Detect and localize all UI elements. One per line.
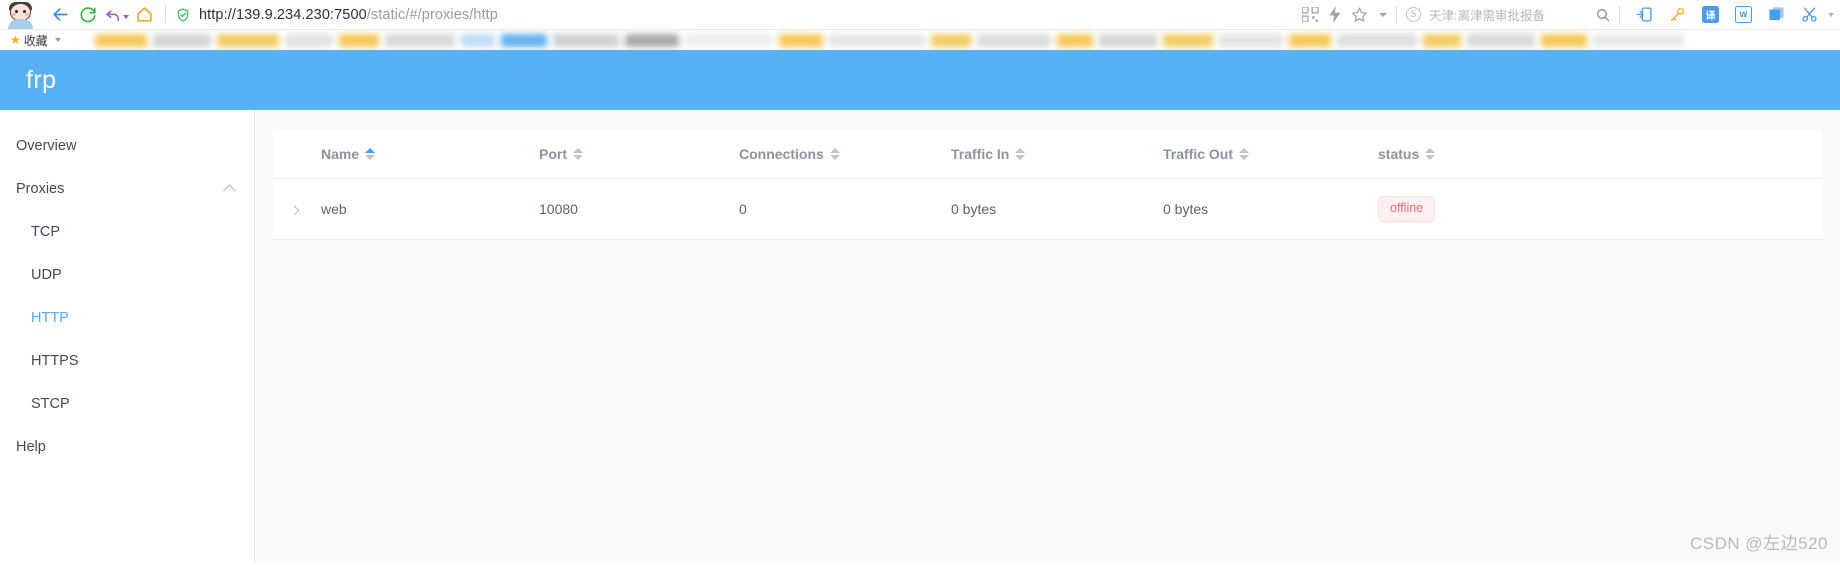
proxies-table-card: Name Port Connections Traffic In Traffic… [273,130,1822,240]
back-arrow-icon[interactable] [46,2,74,28]
sidebar-item-http[interactable]: HTTP [0,296,254,339]
sidebar-item-label: UDP [31,266,62,283]
table-header-traffic-out[interactable]: Traffic Out [1163,130,1378,179]
bookmarks-bar: ★ 收藏 [0,29,1840,50]
qr-code-icon[interactable] [1302,2,1319,28]
star-outline-icon[interactable] [1351,2,1368,28]
row-expand-cell[interactable] [273,178,321,240]
table-header-expand [273,130,321,179]
column-label: Connections [739,146,824,162]
sidebar-item-label: TCP [31,223,60,240]
cell-connections: 0 [739,178,951,240]
sidebar: Overview Proxies TCP UDP HTTP HTTPS STCP… [0,110,255,562]
sidebar-item-stcp[interactable]: STCP [0,382,254,425]
address-bar[interactable]: http://139.9.234.230:7500/static/#/proxi… [199,7,498,23]
sidebar-item-label: Overview [16,137,77,154]
column-label: status [1378,146,1420,162]
column-label: Traffic Out [1163,146,1234,162]
sort-arrows-icon[interactable] [365,148,376,160]
app-body: Overview Proxies TCP UDP HTTP HTTPS STCP… [0,110,1840,562]
column-label: Port [539,146,567,162]
word-doc-icon[interactable]: w [1735,6,1752,23]
cell-traffic-in: 0 bytes [951,178,1163,240]
star-dropdown-caret-icon[interactable] [1379,2,1388,28]
sidebar-item-label: Proxies [16,180,65,197]
sort-arrows-icon[interactable] [1015,148,1026,160]
column-label: Name [321,146,360,162]
scissors-icon[interactable] [1801,6,1818,23]
sort-arrows-icon[interactable] [1425,148,1436,160]
sort-arrows-icon[interactable] [829,148,840,160]
search-engine-badge[interactable]: S [1406,2,1422,28]
home-icon[interactable] [130,2,158,28]
url-path: /static/#/proxies/http [366,6,498,23]
table-header-row: Name Port Connections Traffic In Traffic… [273,130,1822,179]
search-input[interactable]: 天津:离津需审批报备 [1429,5,1545,24]
bookmarks-label[interactable]: 收藏 [24,32,48,49]
avatar-body [8,18,33,29]
security-shield-icon[interactable] [175,7,191,23]
avatar-cheek-right [25,12,29,16]
avatar-face [10,2,31,21]
sidebar-item-label: Help [16,438,46,455]
table-header-status[interactable]: status [1378,130,1822,179]
browser-toolbar: http://139.9.234.230:7500/static/#/proxi… [0,0,1840,29]
sidebar-item-label: HTTPS [31,352,79,369]
sort-arrows-icon[interactable] [573,148,583,160]
avatar[interactable] [6,1,36,29]
sidebar-item-https[interactable]: HTTPS [0,339,254,382]
chevron-down-icon[interactable] [54,38,61,42]
sidebar-item-label: HTTP [31,309,69,326]
avatar-eye-right [23,9,26,13]
lightning-bolt-icon[interactable] [1328,2,1342,28]
avatar-cheek-left [11,12,16,16]
sort-arrows-icon[interactable] [1239,148,1250,160]
chevron-up-icon[interactable] [223,183,236,197]
window-copy-icon[interactable] [1768,6,1785,23]
watermark: CSDN @左边520 [1689,534,1828,553]
phone-transfer-icon[interactable] [1636,6,1653,23]
extensions-overflow-caret-icon[interactable] [1828,12,1834,17]
sidebar-item-overview[interactable]: Overview [0,124,254,167]
cell-port: 10080 [539,178,739,240]
undo-dropdown-caret-icon[interactable] [122,15,129,19]
undo-arrow-icon[interactable] [102,2,130,28]
key-icon[interactable] [1669,6,1686,23]
toolbar-divider-3 [1619,6,1620,23]
table-header-connections[interactable]: Connections [739,130,951,179]
table-header: Name Port Connections Traffic In Traffic… [273,130,1822,179]
toolbar-divider-2 [1396,6,1398,23]
sidebar-item-udp[interactable]: UDP [0,253,254,296]
sidebar-item-proxies[interactable]: Proxies [0,167,254,210]
table-header-port[interactable]: Port [539,130,739,179]
toolbar-divider [165,6,166,23]
favorites-star-icon: ★ [10,33,21,47]
main-content: Name Port Connections Traffic In Traffic… [255,110,1840,562]
reload-icon[interactable] [74,2,102,28]
cell-traffic-out: 0 bytes [1163,178,1378,240]
app-header: frp [0,50,1840,110]
bookmark-items-redacted [95,30,1840,50]
sidebar-item-help[interactable]: Help [0,425,254,468]
table-body: web 10080 0 0 bytes 0 bytes offline [273,178,1822,240]
table-header-name[interactable]: Name [321,130,539,179]
sidebar-item-label: STCP [31,395,70,412]
cell-name: web [321,178,539,240]
url-host: http://139.9.234.230:7500 [199,6,367,23]
search-magnifier-icon[interactable] [1595,2,1611,28]
page-title: frp [26,65,57,94]
sidebar-item-tcp[interactable]: TCP [0,210,254,253]
table-header-traffic-in[interactable]: Traffic In [951,130,1163,179]
column-label: Traffic In [951,146,1010,162]
chevron-right-icon[interactable] [289,205,300,216]
avatar-eye-left [15,9,18,13]
proxies-table: Name Port Connections Traffic In Traffic… [273,130,1822,240]
status-badge: offline [1378,196,1436,222]
table-row[interactable]: web 10080 0 0 bytes 0 bytes offline [273,178,1822,240]
translate-icon[interactable]: 译 [1702,6,1719,23]
cell-status: offline [1378,178,1822,240]
